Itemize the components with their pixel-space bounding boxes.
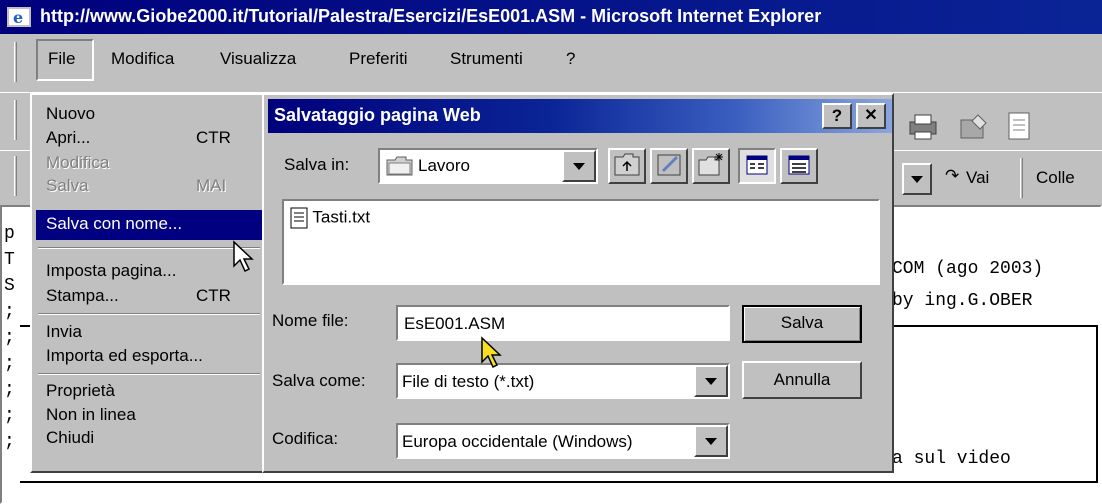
content-left-column: p T S ; ; ; ; ; ; (4, 221, 15, 455)
save-button[interactable]: Salva (742, 305, 862, 343)
menu-item-imposta-pagina[interactable]: Imposta pagina... (46, 261, 176, 281)
content-line: ; (4, 354, 15, 374)
list-view-icon (746, 155, 768, 175)
filename-value: EsE001.ASM (404, 314, 506, 333)
encoding-dropdown-button[interactable] (694, 425, 728, 457)
dialog-title: Salvataggio pagina Web (274, 105, 481, 125)
filename-label: Nome file: (272, 311, 349, 330)
desktop-icon (657, 154, 681, 176)
save-as-combo[interactable]: File di testo (*.txt) (396, 363, 730, 399)
menu-help[interactable]: ? (566, 49, 575, 69)
encoding-combo[interactable]: Europa occidentale (Windows) (396, 423, 730, 459)
close-icon: ✕ (864, 107, 878, 124)
edit-icon[interactable] (956, 112, 990, 142)
menu-item-importa-esporta[interactable]: Importa ed esporta... (46, 346, 203, 366)
save-button-label: Salva (780, 313, 824, 332)
content-line: T (4, 250, 15, 270)
menu-item-salva-con-nome[interactable]: Salva con nome... (46, 214, 182, 234)
menu-preferiti[interactable]: Preferiti (349, 49, 408, 69)
help-button[interactable]: ? (822, 103, 852, 129)
menu-item-modifica: Modifica (46, 153, 110, 172)
chevron-down-icon (705, 378, 717, 385)
list-item[interactable]: Tasti.txt (290, 207, 370, 229)
chevron-down-icon (705, 438, 717, 445)
save-as-label: Salva come: (272, 371, 366, 390)
chevron-down-icon (573, 163, 585, 170)
menu-item-invia[interactable]: Invia (46, 322, 82, 342)
up-one-level-button[interactable] (608, 148, 646, 184)
menu-item-apri[interactable]: Apri... (46, 128, 90, 148)
document-icon[interactable] (1004, 110, 1034, 142)
save-as-dropdown-button[interactable] (694, 365, 728, 397)
content-line: S (4, 276, 15, 296)
content-line: ; (4, 302, 15, 322)
menu-separator (38, 373, 260, 375)
chevron-down-icon (911, 176, 923, 183)
text-file-icon (290, 207, 308, 229)
file-name: Tasti.txt (312, 207, 371, 227)
encoding-label: Codifica: (272, 429, 339, 448)
content-line: COM (ago 2003) (892, 259, 1044, 279)
menu-separator (38, 313, 260, 315)
dialog-title-bar[interactable]: Salvataggio pagina Web ? ✕ (268, 99, 892, 133)
list-view-button[interactable] (738, 148, 776, 184)
save-in-dropdown-button[interactable] (562, 150, 596, 182)
menu-item-non-in-linea[interactable]: Non in linea (46, 405, 136, 425)
go-arrow-icon[interactable]: ↷ (945, 166, 959, 186)
help-icon: ? (831, 106, 843, 125)
window-title-bar[interactable]: e http://www.Giobe2000.it/Tutorial/Pales… (0, 0, 1102, 34)
window-title: http://www.Giobe2000.it/Tutorial/Palestr… (40, 6, 822, 26)
menu-visualizza[interactable]: Visualizza (220, 49, 296, 69)
shortcut-stampa: CTR (196, 286, 231, 305)
cancel-button[interactable]: Annulla (742, 361, 862, 399)
details-view-icon (788, 155, 810, 175)
mouse-cursor-icon (233, 240, 254, 273)
save-as-value: File di testo (*.txt) (402, 372, 535, 391)
cancel-button-label: Annulla (773, 370, 831, 389)
content-line: by ing.G.OBER (892, 291, 1033, 311)
svg-text:e: e (13, 8, 23, 27)
content-line: ; (4, 328, 15, 348)
save-dialog: Salvataggio pagina Web ? ✕ Salva in: Lav… (262, 93, 894, 473)
new-folder-button[interactable] (692, 148, 730, 184)
new-folder-icon (698, 153, 723, 176)
menu-strumenti[interactable]: Strumenti (450, 49, 523, 69)
content-line: ; (4, 406, 15, 426)
content-line: ; (4, 380, 15, 400)
address-dropdown-button[interactable] (902, 163, 932, 195)
go-button-label[interactable]: Vai (966, 168, 989, 188)
menu-item-stampa[interactable]: Stampa... (46, 286, 119, 306)
menu-separator (38, 247, 260, 249)
encoding-value: Europa occidentale (Windows) (402, 432, 633, 451)
menu-modifica[interactable]: Modifica (111, 49, 174, 69)
up-folder-icon (614, 153, 640, 176)
filename-input[interactable]: EsE001.ASM (396, 305, 730, 341)
file-list[interactable]: Tasti.txt (282, 199, 880, 285)
menu-item-salva: Salva (46, 176, 89, 195)
content-line: p (4, 224, 15, 244)
menu-item-nuovo[interactable]: Nuovo (46, 104, 95, 124)
folder-icon (386, 156, 413, 176)
save-in-combo[interactable]: Lavoro (378, 148, 598, 184)
menu-file-label[interactable]: File (48, 49, 75, 69)
links-label[interactable]: Colle (1036, 168, 1075, 188)
shortcut-apri: CTR (196, 128, 231, 147)
save-in-value: Lavoro (418, 156, 470, 175)
menu-item-chiudi[interactable]: Chiudi (46, 428, 94, 448)
mouse-cursor-icon (481, 336, 502, 369)
internet-explorer-icon: e (7, 7, 31, 27)
menu-item-proprieta[interactable]: Proprietà (46, 381, 115, 401)
shortcut-salva: MAI (196, 176, 227, 195)
details-view-button[interactable] (780, 148, 818, 184)
print-icon[interactable] (906, 112, 940, 142)
desktop-button[interactable] (650, 148, 688, 184)
close-button[interactable]: ✕ (856, 103, 886, 129)
content-line: ; (4, 432, 15, 452)
save-in-label: Salva in: (284, 155, 350, 174)
